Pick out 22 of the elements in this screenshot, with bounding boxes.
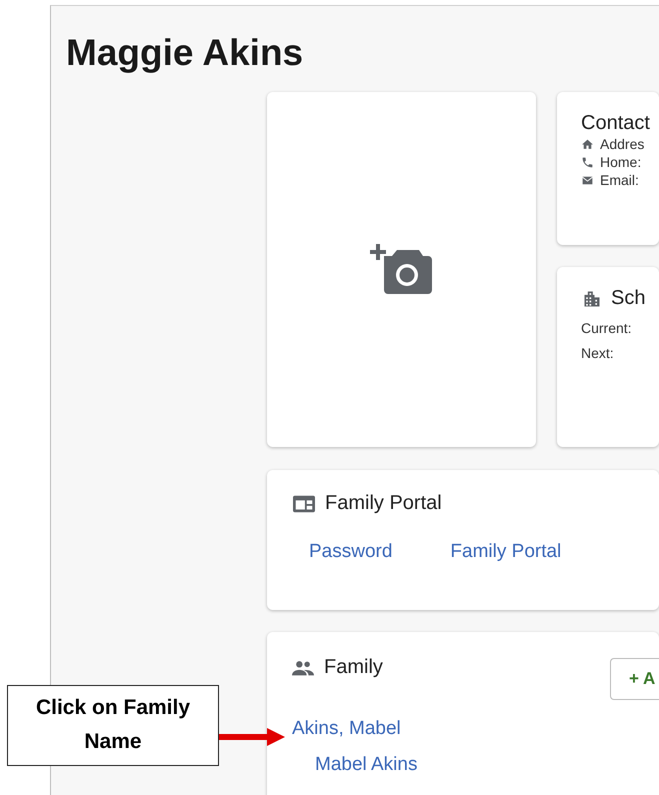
link[interactable]: Family Portal: [450, 541, 562, 563]
page-title: Maggie Akins: [66, 31, 304, 75]
phone-icon: [581, 156, 594, 168]
contact-label: Email:: [600, 172, 639, 188]
contact-label: Addres: [600, 136, 644, 152]
contact-label: Home:: [600, 154, 642, 170]
section-title: Family Portal: [325, 492, 442, 515]
house-icon: [581, 138, 594, 150]
callout-box: Click on Family Name: [7, 685, 219, 766]
card-title: Contact: [581, 112, 650, 135]
add-photo-icon: [370, 244, 434, 296]
card-title: Sch: [611, 287, 646, 310]
school-label: Current:: [581, 319, 632, 338]
envelope-icon: [581, 174, 594, 186]
web-panel-icon: [293, 494, 315, 514]
section-title: Family: [324, 656, 383, 679]
add-button[interactable]: + A: [610, 658, 659, 700]
member-link[interactable]: Mabel Akins: [315, 754, 418, 776]
link[interactable]: Password: [309, 541, 392, 563]
school-label: Next:: [581, 344, 614, 363]
family-name-link[interactable]: Akins, Mabel: [292, 718, 401, 740]
arrow-icon: [219, 727, 285, 747]
